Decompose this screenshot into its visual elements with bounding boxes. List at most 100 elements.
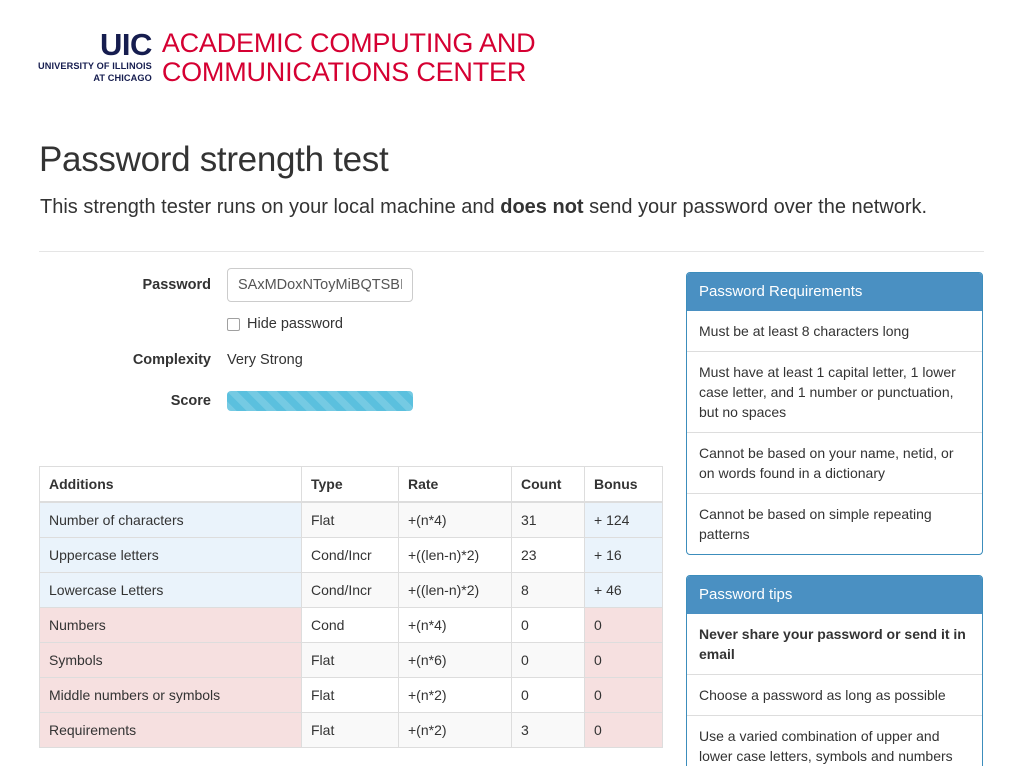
page-title: Password strength test: [39, 140, 389, 179]
page-root: UIC UNIVERSITY OF ILLINOIS AT CHICAGO AC…: [0, 0, 1022, 766]
hide-password-row: Hide password: [39, 316, 669, 332]
cell-name: Uppercase letters: [39, 537, 302, 573]
cell-rate: +((len-n)*2): [398, 572, 512, 608]
cell-name: Number of characters: [39, 501, 302, 538]
score-progress-track: [227, 391, 413, 411]
list-item: Never share your password or send it in …: [699, 626, 966, 662]
password-tips-panel: Password tips Never share your password …: [686, 575, 983, 766]
accc-title-line2: COMMUNICATIONS CENTER: [161, 57, 527, 87]
table-row: Symbols Flat +(n*6) 0 0: [39, 642, 663, 678]
password-requirements-list: Must be at least 8 characters long Must h…: [687, 311, 982, 554]
table-row: Number of characters Flat +(n*4) 31 + 124: [39, 501, 663, 538]
score-control: [227, 391, 669, 411]
cell-count: 23: [511, 537, 585, 573]
sidebar: Password Requirements Must be at least 8…: [686, 272, 983, 766]
hide-password-label: Hide password: [247, 316, 343, 332]
cell-type: Flat: [301, 501, 399, 538]
password-form: Password Hide password Complexity Very S…: [39, 268, 669, 411]
cell-bonus: + 16: [584, 537, 663, 573]
cell-count: 0: [511, 607, 585, 643]
table-row: Requirements Flat +(n*2) 3 0: [39, 712, 663, 748]
cell-name: Symbols: [39, 642, 302, 678]
cell-rate: +(n*2): [398, 677, 512, 713]
score-progress-bar: [227, 391, 413, 411]
password-label: Password: [142, 277, 212, 293]
complexity-label: Complexity: [132, 352, 211, 368]
complexity-row: Complexity Very Strong: [39, 350, 669, 370]
cell-count: 8: [511, 572, 585, 608]
uic-logo: UIC UNIVERSITY OF ILLINOIS AT CHICAGO AC…: [38, 28, 536, 87]
score-tables: Additions Type Rate Count Bonus Number o…: [39, 466, 663, 766]
cell-type: Flat: [301, 712, 399, 748]
list-item: Choose a password as long as possible: [687, 674, 982, 715]
cell-rate: +(n*4): [398, 607, 512, 643]
cell-bonus: 0: [584, 712, 663, 748]
additions-col-bonus: Bonus: [584, 466, 663, 503]
cell-name: Requirements: [39, 712, 302, 748]
uic-wordmark: UIC UNIVERSITY OF ILLINOIS AT CHICAGO: [38, 28, 152, 84]
list-item: Cannot be based on your name, netid, or …: [687, 432, 982, 493]
accc-title: ACADEMIC COMPUTING AND COMMUNICATIONS CE…: [162, 28, 536, 87]
password-requirements-panel: Password Requirements Must be at least 8…: [686, 272, 983, 555]
list-item: Use a varied combination of upper and lo…: [687, 715, 982, 766]
cell-count: 31: [511, 501, 585, 538]
password-tips-list: Never share your password or send it in …: [687, 614, 982, 766]
complexity-control: Very Strong: [227, 350, 669, 370]
uic-sub-line1: UNIVERSITY OF ILLINOIS: [38, 61, 152, 71]
page-lead-emphasis: does not: [500, 196, 584, 218]
list-item: Must have at least 1 capital letter, 1 l…: [687, 351, 982, 432]
password-input[interactable]: [227, 268, 413, 302]
tables-gap: [39, 748, 663, 766]
password-requirements-title: Password Requirements: [687, 273, 982, 311]
cell-rate: +(n*4): [398, 501, 512, 538]
cell-count: 0: [511, 642, 585, 678]
hide-password-checkbox-group[interactable]: Hide password: [227, 316, 669, 332]
cell-bonus: 0: [584, 677, 663, 713]
cell-bonus: + 124: [584, 501, 663, 538]
cell-count: 3: [511, 712, 585, 748]
list-item: Must be at least 8 characters long: [699, 323, 910, 339]
table-row: Uppercase letters Cond/Incr +((len-n)*2) 23…: [39, 537, 663, 573]
accc-title-line1: ACADEMIC COMPUTING AND: [161, 28, 536, 58]
page-lead: This strength tester runs on your local …: [40, 196, 927, 219]
additions-col-type: Type: [301, 466, 399, 503]
complexity-value: Very Strong: [227, 352, 303, 368]
hide-password-control: Hide password: [227, 316, 669, 332]
page-lead-before: This strength tester runs on your local …: [40, 196, 501, 218]
cell-type: Flat: [301, 677, 399, 713]
cell-type: Flat: [301, 642, 399, 678]
cell-count: 0: [511, 677, 585, 713]
cell-rate: +((len-n)*2): [398, 537, 512, 573]
additions-table: Additions Type Rate Count Bonus Number o…: [39, 466, 663, 748]
additions-header-row: Additions Type Rate Count Bonus: [39, 466, 663, 503]
additions-col-rate: Rate: [398, 466, 512, 503]
cell-name: Numbers: [39, 607, 302, 643]
table-row: Numbers Cond +(n*4) 0 0: [39, 607, 663, 643]
hide-password-checkbox[interactable]: [227, 317, 240, 331]
table-row: Middle numbers or symbols Flat +(n*2) 0 0: [39, 677, 663, 713]
page-lead-after: send your password over the network.: [583, 196, 928, 218]
list-item: Cannot be based on simple repeating patt…: [687, 493, 982, 554]
additions-col-name: Additions: [39, 466, 302, 503]
table-row: Lowercase Letters Cond/Incr +((len-n)*2) 8 +…: [39, 572, 663, 608]
cell-rate: +(n*2): [398, 712, 512, 748]
header-divider: [39, 251, 984, 252]
additions-table-body: Number of characters Flat +(n*4) 31 + 124 Upp…: [39, 501, 663, 748]
cell-type: Cond: [301, 607, 399, 643]
cell-type: Cond/Incr: [301, 537, 399, 573]
cell-rate: +(n*6): [398, 642, 512, 678]
score-label: Score: [170, 393, 211, 409]
score-row: Score: [39, 391, 669, 411]
cell-type: Cond/Incr: [301, 572, 399, 608]
password-control: [227, 268, 669, 302]
password-row: Password: [39, 268, 669, 302]
cell-bonus: 0: [584, 607, 663, 643]
cell-bonus: 0: [584, 642, 663, 678]
password-tips-title: Password tips: [687, 576, 982, 614]
uic-mark-text: UIC: [99, 27, 152, 62]
cell-name: Lowercase Letters: [39, 572, 302, 608]
cell-name: Middle numbers or symbols: [39, 677, 302, 713]
uic-sub-line2: AT CHICAGO: [93, 73, 152, 83]
cell-bonus: + 46: [584, 572, 663, 608]
additions-col-count: Count: [511, 466, 585, 503]
